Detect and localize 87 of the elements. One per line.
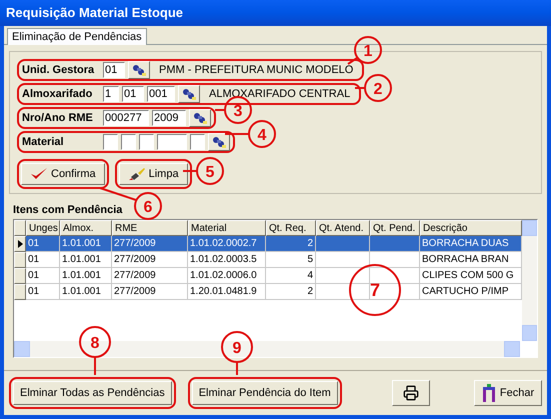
callout-number: 9 [232, 340, 242, 357]
binoculars-icon [212, 136, 226, 148]
lookup-button[interactable] [208, 133, 230, 151]
table-cell-text: 2 [307, 236, 313, 250]
input-field[interactable] [190, 134, 205, 150]
callout-marker [221, 331, 253, 375]
row-header[interactable] [14, 236, 26, 252]
table-cell-text: 277/2009 [114, 236, 156, 250]
binoculars-icon [132, 64, 146, 76]
column-header[interactable]: Descrição [420, 220, 522, 236]
table-cell-text: 277/2009 [114, 268, 156, 282]
action-button[interactable]: Confirma [21, 163, 105, 185]
print-button[interactable] [392, 380, 430, 406]
table-cell-text: 1.01.02.0002.7 [190, 236, 257, 250]
column-header[interactable]: Qt. Atend. [316, 220, 370, 236]
field-label: Unid. Gestora [22, 62, 96, 78]
table-cell-text: 1.01.02.0006.0 [190, 268, 257, 282]
input-field[interactable]: 01 [122, 86, 144, 102]
callout-number: 3 [234, 103, 242, 120]
table-cell-text: BORRACHA BRAN [422, 252, 509, 266]
table-cell-text: 277/2009 [114, 284, 156, 298]
table-cell-text: 5 [307, 252, 313, 266]
close-button[interactable]: Fechar [474, 380, 542, 406]
table-cell-text: 4 [307, 268, 313, 282]
callout-number: 4 [258, 127, 266, 144]
grid-row[interactable]: 01 1.01.001 277/2009 1.01.02.0002.7 2 BORRACHA DUAS [14, 236, 522, 252]
field-description: PMM - PREFEITURA MUNIC MODELO [158, 62, 354, 78]
table-cell-text: 1.01.001 [62, 236, 101, 250]
table-cell-text: 1.01.001 [62, 268, 101, 282]
printer-icon [403, 384, 419, 401]
table-cell-text: 1.01.001 [62, 252, 101, 266]
input-field[interactable] [103, 134, 118, 150]
callout-number: 6 [144, 199, 152, 216]
vertical-scrollbar[interactable] [522, 220, 537, 340]
door-icon [482, 384, 496, 402]
input-field[interactable]: 000277 [103, 110, 149, 126]
window-title: Requisição Material Estoque [6, 4, 183, 22]
table-cell-text: 277/2009 [114, 252, 156, 266]
column-header[interactable]: Qt. Req. [266, 220, 316, 236]
column-header[interactable]: Material [188, 220, 266, 236]
table-cell-text: CLIPES COM 500 G [422, 268, 514, 282]
field-label: Almoxarifado [22, 86, 94, 102]
callout-number: 2 [374, 81, 382, 98]
input-field[interactable] [121, 134, 136, 150]
field-label: Material [22, 134, 65, 150]
callout-number: 8 [90, 335, 100, 352]
table-cell-text: CARTUCHO P/IMP [422, 284, 508, 298]
column-header[interactable]: Unges [26, 220, 60, 236]
table-cell-text: 01 [28, 252, 40, 266]
lookup-button[interactable] [178, 85, 200, 103]
brush-icon [128, 167, 146, 181]
input-field[interactable] [157, 134, 187, 150]
lookup-button[interactable] [128, 61, 150, 79]
table-cell-text: BORRACHA DUAS [422, 236, 509, 250]
callout-marker [349, 264, 401, 316]
input-field[interactable] [139, 134, 154, 150]
column-header[interactable]: RME [112, 220, 188, 236]
input-field[interactable]: 001 [147, 86, 175, 102]
row-pointer-icon [18, 240, 22, 248]
input-field[interactable]: 01 [103, 62, 125, 78]
callout-marker [79, 326, 111, 375]
check-icon [30, 167, 48, 181]
action-button[interactable]: Elminar Todas as Pendências [13, 380, 172, 405]
callout-number: 1 [364, 43, 372, 60]
table-cell-text: 1.01.001 [62, 284, 101, 298]
lookup-button[interactable] [189, 109, 211, 127]
column-header[interactable]: Almox. [60, 220, 112, 236]
grid-row[interactable]: 01 1.01.001 277/2009 1.01.02.0003.5 5 BORRACHA BRAN [14, 252, 522, 268]
field-label: Nro/Ano RME [22, 110, 94, 126]
grid-row[interactable]: 01 1.01.001 277/2009 1.01.02.0006.0 4 CLIPES COM 500 G [14, 268, 522, 284]
binoculars-icon [182, 88, 196, 100]
action-button[interactable]: Limpa [118, 163, 188, 185]
callout-number: 5 [206, 164, 214, 181]
table-cell-text: 01 [28, 236, 40, 250]
input-field[interactable]: 1 [103, 86, 119, 102]
input-field[interactable]: 2009 [152, 110, 186, 126]
tab[interactable]: Eliminação de Pendências [7, 28, 147, 45]
table-cell-text: 01 [28, 268, 40, 282]
field-description: ALMOXARIFADO CENTRAL [208, 86, 352, 102]
binoculars-icon [193, 112, 207, 124]
section-title: Itens com Pendência [13, 203, 122, 218]
table-cell-text: 2 [307, 284, 313, 298]
column-header[interactable]: Qt. Pend. [370, 220, 420, 236]
table-cell-text: 1.20.01.0481.9 [190, 284, 257, 298]
action-button[interactable]: Elminar Pendência do Item [192, 380, 338, 405]
table-cell-text: 1.01.02.0003.5 [190, 252, 257, 266]
table-cell-text: 01 [28, 284, 40, 298]
